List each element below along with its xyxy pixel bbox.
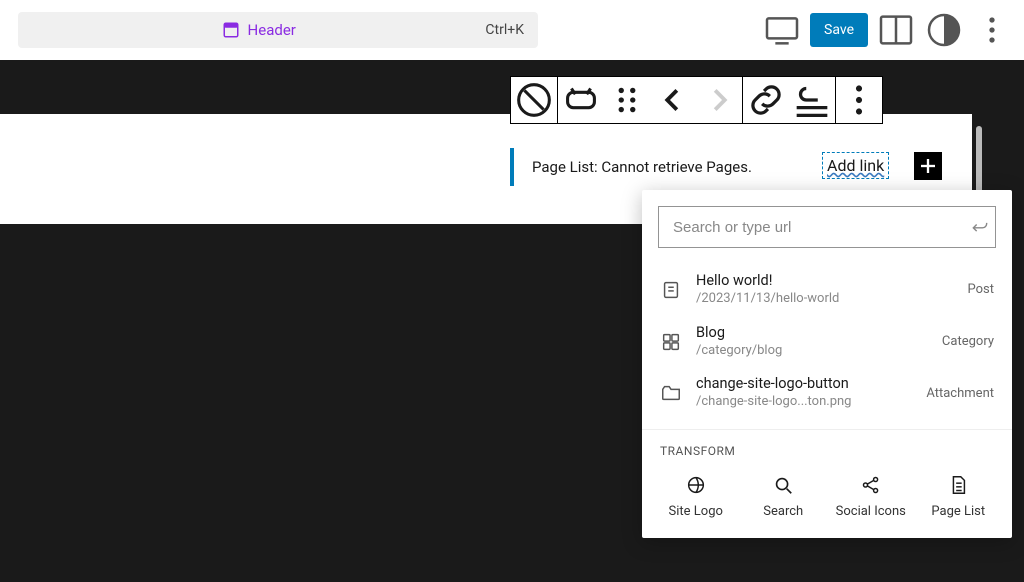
category-icon <box>660 331 682 353</box>
suggestion-path: /2023/11/13/hello-world <box>696 291 954 308</box>
transform-social-icons[interactable]: Social Icons <box>827 470 915 524</box>
submit-link-icon[interactable] <box>970 217 990 237</box>
link-button[interactable] <box>743 77 789 123</box>
transform-label: Social Icons <box>836 504 906 520</box>
block-appender-button[interactable] <box>914 152 942 180</box>
transform-heading: TRANSFORM <box>642 438 1012 470</box>
transform-page-list[interactable]: Page List <box>915 470 1003 524</box>
share-icon <box>860 474 882 496</box>
block-type-button[interactable] <box>511 77 557 123</box>
transform-label: Search <box>763 504 803 520</box>
chip-shortcut: Ctrl+K <box>485 22 524 38</box>
suggestion-type: Category <box>942 334 994 349</box>
suggestion-type: Post <box>968 282 995 297</box>
transform-search[interactable]: Search <box>740 470 828 524</box>
save-button[interactable]: Save <box>810 13 868 47</box>
suggestion-path: /change-site-logo...ton.png <box>696 394 912 411</box>
site-logo-icon <box>685 474 707 496</box>
drag-handle-icon[interactable] <box>604 77 650 123</box>
more-menu-icon[interactable] <box>972 10 1012 50</box>
link-popover: Hello world! /2023/11/13/hello-world Pos… <box>642 190 1012 538</box>
post-icon <box>660 279 682 301</box>
suggestion-item[interactable]: Blog /category/blog Category <box>642 316 1012 368</box>
command-center-chip[interactable]: Header Ctrl+K <box>18 12 538 48</box>
top-bar: Header Ctrl+K Save <box>0 0 1024 60</box>
transform-label: Page List <box>931 504 985 520</box>
suggestion-title: Blog <box>696 324 928 343</box>
transform-row: Site Logo Search Social Icons Page List <box>642 470 1012 524</box>
page-list-icon <box>947 474 969 496</box>
link-search-input[interactable] <box>658 206 996 248</box>
editor-canvas: Page List: Cannot retrieve Pages. Add li… <box>0 60 1024 582</box>
transform-label: Site Logo <box>669 504 723 520</box>
header-icon <box>222 21 240 39</box>
sidebar-toggle-icon[interactable] <box>876 10 916 50</box>
move-right-button <box>696 77 742 123</box>
block-options-icon[interactable] <box>836 77 882 123</box>
submenu-button[interactable] <box>789 77 835 123</box>
transform-site-logo[interactable]: Site Logo <box>652 470 740 524</box>
suggestion-title: Hello world! <box>696 272 954 291</box>
view-icon[interactable] <box>762 10 802 50</box>
attachment-icon <box>660 382 682 404</box>
suggestion-title: change-site-logo-button <box>696 375 912 394</box>
suggestion-path: /category/blog <box>696 343 928 360</box>
suggestion-item[interactable]: Hello world! /2023/11/13/hello-world Pos… <box>642 264 1012 316</box>
page-list-message: Page List: Cannot retrieve Pages. <box>510 148 770 186</box>
block-toolbar <box>510 76 883 124</box>
select-parent-button[interactable] <box>558 77 604 123</box>
chip-label: Header <box>248 21 296 39</box>
search-icon <box>772 474 794 496</box>
suggestion-type: Attachment <box>926 386 994 401</box>
suggestion-item[interactable]: change-site-logo-button /change-site-log… <box>642 367 1012 419</box>
chip-content: Header <box>32 21 485 39</box>
styles-icon[interactable] <box>924 10 964 50</box>
divider <box>642 429 1012 430</box>
add-link-placeholder[interactable]: Add link <box>822 152 889 179</box>
move-left-button[interactable] <box>650 77 696 123</box>
